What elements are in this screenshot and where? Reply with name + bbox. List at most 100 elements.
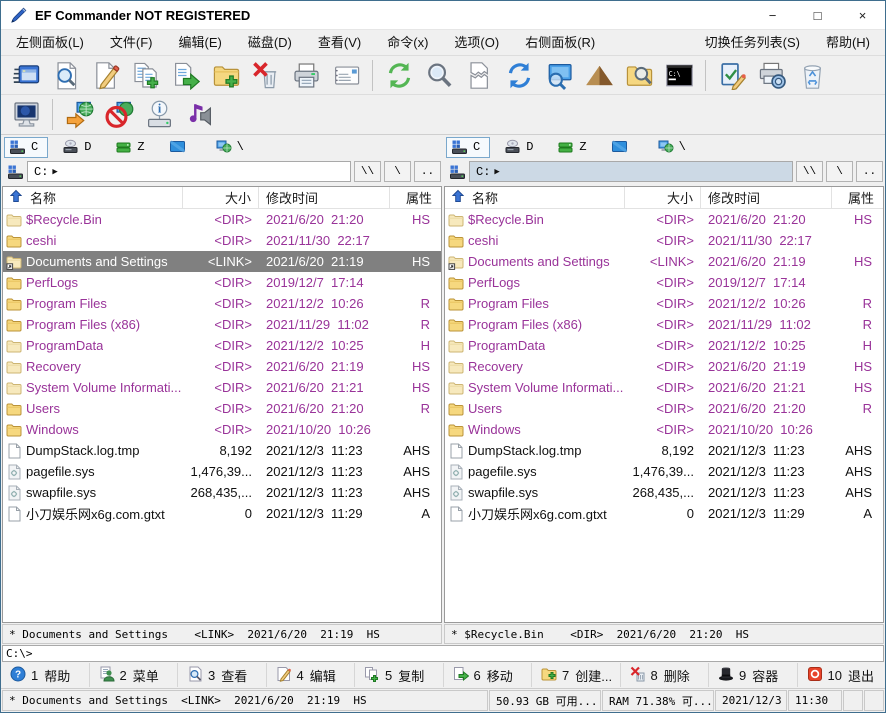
right-drive-tab-c[interactable]: C [446, 137, 490, 158]
command-prompt-button[interactable]: C:\ [659, 58, 699, 93]
multimedia-button[interactable] [179, 97, 219, 132]
fkey-10-exit[interactable]: 10 退出 [798, 663, 886, 687]
minimize-button[interactable]: − [750, 1, 795, 29]
menu-item[interactable]: 编辑(E) [166, 30, 235, 56]
left-root-button[interactable]: \ [384, 161, 411, 182]
left-parent-dir-button[interactable]: .. [414, 161, 441, 182]
toggle-panels-button[interactable] [6, 58, 46, 93]
view-file-button[interactable] [46, 58, 86, 93]
menu-item[interactable]: 查看(V) [305, 30, 374, 56]
fkey-7-create[interactable]: 7 创建... [532, 663, 621, 687]
print-button[interactable] [286, 58, 326, 93]
fkey-9-container[interactable]: 9 容器 [709, 663, 798, 687]
menu-item[interactable]: 文件(F) [97, 30, 166, 56]
menu-item[interactable]: 磁盘(D) [235, 30, 305, 56]
left-drive-tab-d[interactable]: D [57, 137, 101, 158]
right-column-header-size[interactable]: 大小 [625, 187, 701, 208]
table-row[interactable]: ceshi <DIR> 2021/11/30 22:17 [445, 230, 883, 251]
table-row[interactable]: Program Files (x86) <DIR> 2021/11/29 11:… [445, 314, 883, 335]
close-button[interactable]: × [840, 1, 885, 29]
table-row[interactable]: Recovery <DIR> 2021/6/20 21:19 HS [3, 356, 441, 377]
right-column-header-modified[interactable]: 修改时间 [701, 187, 832, 208]
fkey-5-copy[interactable]: 5 复制 [355, 663, 444, 687]
fkey-6-move[interactable]: 6 移动 [444, 663, 533, 687]
pack-button[interactable] [579, 58, 619, 93]
new-folder-button[interactable] [206, 58, 246, 93]
menu-item[interactable]: 右侧面板(R) [512, 30, 608, 56]
table-row[interactable]: PerfLogs <DIR> 2019/12/7 17:14 [445, 272, 883, 293]
table-row[interactable]: Windows <DIR> 2021/10/20 10:26 [3, 419, 441, 440]
table-row[interactable]: Documents and Settings <LINK> 2021/6/20 … [445, 251, 883, 272]
table-row[interactable]: Users <DIR> 2021/6/20 21:20 R [445, 398, 883, 419]
table-row[interactable]: System Volume Informati... <DIR> 2021/6/… [3, 377, 441, 398]
table-row[interactable]: ProgramData <DIR> 2021/12/2 10:25 H [3, 335, 441, 356]
left-root-network-button[interactable]: \\ [354, 161, 381, 182]
right-column-header-attr[interactable]: 属性 [832, 187, 883, 208]
left-drive-tab-c[interactable]: C [4, 137, 48, 158]
left-path-input[interactable]: C: ▶ [27, 161, 351, 182]
split-file-button[interactable] [459, 58, 499, 93]
refresh-button[interactable] [379, 58, 419, 93]
net-disconnect-button[interactable] [99, 97, 139, 132]
table-row[interactable]: Users <DIR> 2021/6/20 21:20 R [3, 398, 441, 419]
table-row[interactable]: $Recycle.Bin <DIR> 2021/6/20 21:20 HS [3, 209, 441, 230]
menu-item[interactable]: 命令(x) [374, 30, 441, 56]
recycle-bin-button[interactable] [792, 58, 832, 93]
computer-button[interactable] [6, 97, 46, 132]
left-drive-tab-network[interactable]: \ [210, 137, 254, 158]
right-drive-tab-d[interactable]: D [499, 137, 543, 158]
table-row[interactable]: $Recycle.Bin <DIR> 2021/6/20 21:20 HS [445, 209, 883, 230]
right-drive-tab-desktop[interactable] [606, 137, 643, 158]
right-root-network-button[interactable]: \\ [796, 161, 823, 182]
print-screen-button[interactable] [752, 58, 792, 93]
net-connect-button[interactable] [59, 97, 99, 132]
left-column-header-attr[interactable]: 属性 [390, 187, 441, 208]
table-row[interactable]: Windows <DIR> 2021/10/20 10:26 [445, 419, 883, 440]
options-button[interactable] [712, 58, 752, 93]
menu-item[interactable]: 切换任务列表(S) [692, 30, 813, 56]
right-parent-dir-button[interactable]: .. [856, 161, 883, 182]
maximize-button[interactable]: □ [795, 1, 840, 29]
remote-view-button[interactable] [539, 58, 579, 93]
right-column-header-name[interactable]: 名称 [445, 187, 625, 208]
table-row[interactable]: System Volume Informati... <DIR> 2021/6/… [445, 377, 883, 398]
table-row[interactable]: pagefile.sys 1,476,39... 2021/12/3 11:23… [3, 461, 441, 482]
table-row[interactable]: ProgramData <DIR> 2021/12/2 10:25 H [445, 335, 883, 356]
table-row[interactable]: swapfile.sys 268,435,... 2021/12/3 11:23… [3, 482, 441, 503]
table-row[interactable]: pagefile.sys 1,476,39... 2021/12/3 11:23… [445, 461, 883, 482]
email-button[interactable] [326, 58, 366, 93]
table-row[interactable]: PerfLogs <DIR> 2019/12/7 17:14 [3, 272, 441, 293]
left-column-header-size[interactable]: 大小 [183, 187, 259, 208]
edit-file-button[interactable] [86, 58, 126, 93]
delete-button[interactable] [246, 58, 286, 93]
table-row[interactable]: Program Files (x86) <DIR> 2021/11/29 11:… [3, 314, 441, 335]
right-root-button[interactable]: \ [826, 161, 853, 182]
command-line-input[interactable]: C:\> [2, 645, 884, 662]
table-row[interactable]: ceshi <DIR> 2021/11/30 22:17 [3, 230, 441, 251]
left-drive-tab-z[interactable]: Z [110, 137, 154, 158]
fkey-4-edit[interactable]: 4 编辑 [267, 663, 356, 687]
left-drive-tab-desktop[interactable] [164, 137, 201, 158]
table-row[interactable]: 小刀娱乐网x6g.com.gtxt 0 2021/12/3 11:29 A [3, 503, 441, 524]
find-files-button[interactable] [619, 58, 659, 93]
right-path-input[interactable]: C: ▶ [469, 161, 793, 182]
menu-item[interactable]: 选项(O) [441, 30, 512, 56]
move-button[interactable] [166, 58, 206, 93]
left-column-header-name[interactable]: 名称 [3, 187, 183, 208]
menu-item[interactable]: 左侧面板(L) [3, 30, 97, 56]
table-row[interactable]: Recovery <DIR> 2021/6/20 21:19 HS [445, 356, 883, 377]
table-row[interactable]: 小刀娱乐网x6g.com.gtxt 0 2021/12/3 11:29 A [445, 503, 883, 524]
left-column-header-modified[interactable]: 修改时间 [259, 187, 390, 208]
fkey-2-menu[interactable]: 2 菜单 [90, 663, 179, 687]
table-row[interactable]: swapfile.sys 268,435,... 2021/12/3 11:23… [445, 482, 883, 503]
table-row[interactable]: DumpStack.log.tmp 8,192 2021/12/3 11:23 … [3, 440, 441, 461]
menu-item[interactable]: 帮助(H) [813, 30, 883, 56]
table-row[interactable]: Program Files <DIR> 2021/12/2 10:26 R [445, 293, 883, 314]
right-drive-tab-z[interactable]: Z [552, 137, 596, 158]
table-row[interactable]: Documents and Settings <LINK> 2021/6/20 … [3, 251, 441, 272]
search-button[interactable] [419, 58, 459, 93]
fkey-8-delete[interactable]: 8 删除 [621, 663, 710, 687]
sync-button[interactable] [499, 58, 539, 93]
table-row[interactable]: Program Files <DIR> 2021/12/2 10:26 R [3, 293, 441, 314]
table-row[interactable]: DumpStack.log.tmp 8,192 2021/12/3 11:23 … [445, 440, 883, 461]
